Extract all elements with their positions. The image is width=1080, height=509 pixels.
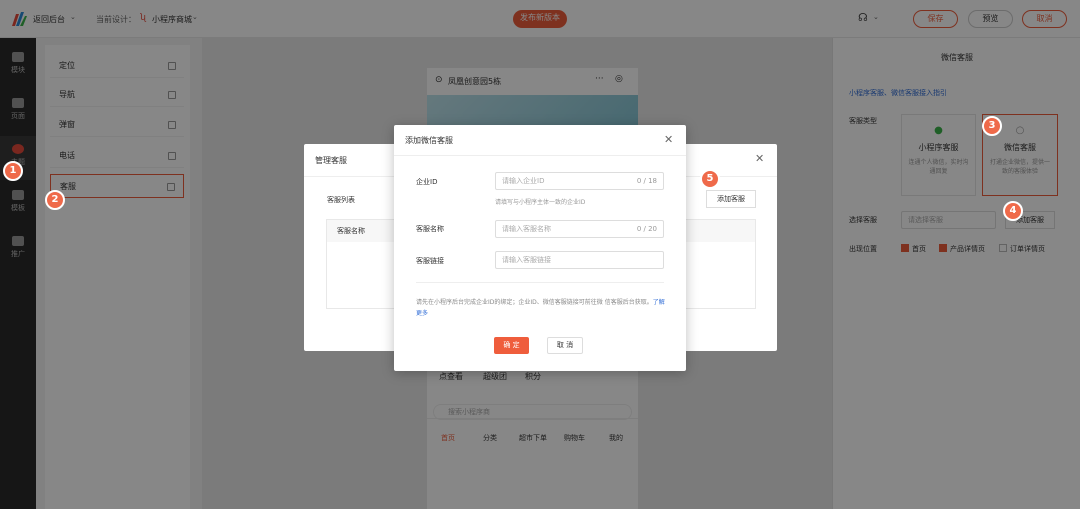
confirm-button[interactable]: 确 定 <box>494 337 529 354</box>
step-badge: 2 <box>45 190 65 210</box>
binding-note: 请先在小程序后台完成企业ID的绑定；企业ID、微信客服链接可前往微 信客服后台获… <box>416 297 670 319</box>
step-badge: 1 <box>3 161 23 181</box>
note-text: 请先在小程序后台完成企业ID的绑定；企业ID、微信客服链接可前往微 信客服后台获… <box>416 299 653 306</box>
step-badge: 3 <box>982 116 1002 136</box>
corp-id-hint: 请填写与小程序主体一致的企业ID <box>495 199 586 206</box>
service-link-input[interactable]: 请输入客服链接 <box>495 251 664 269</box>
placeholder: 请输入客服名称 <box>502 225 551 233</box>
close-icon[interactable]: ✕ <box>755 152 764 165</box>
list-label: 客服列表 <box>327 196 355 204</box>
step-badge: 4 <box>1003 201 1023 221</box>
name-label: 客服名称 <box>416 225 444 233</box>
char-counter: 0 / 18 <box>636 177 657 185</box>
divider <box>416 282 664 283</box>
corp-id-input[interactable]: 请输入企业ID 0 / 18 <box>495 172 664 190</box>
cancel-button[interactable]: 取 消 <box>547 337 583 354</box>
placeholder: 请输入企业ID <box>502 177 545 185</box>
divider <box>394 155 686 156</box>
link-label: 客服链接 <box>416 257 444 265</box>
add-wechat-service-dialog: 添加微信客服 ✕ 企业ID 请输入企业ID 0 / 18 请填写与小程序主体一致… <box>394 125 686 371</box>
add-service-button[interactable]: 添加客服 <box>706 190 756 208</box>
placeholder: 请输入客服链接 <box>502 256 551 264</box>
close-icon[interactable]: ✕ <box>664 133 673 146</box>
corp-id-label: 企业ID <box>416 178 438 186</box>
dialog-title: 添加微信客服 <box>405 136 453 145</box>
char-counter: 0 / 20 <box>636 225 657 233</box>
service-name-input[interactable]: 请输入客服名称 0 / 20 <box>495 220 664 238</box>
dialog-title: 管理客服 <box>315 156 347 165</box>
step-badge: 5 <box>700 169 720 189</box>
